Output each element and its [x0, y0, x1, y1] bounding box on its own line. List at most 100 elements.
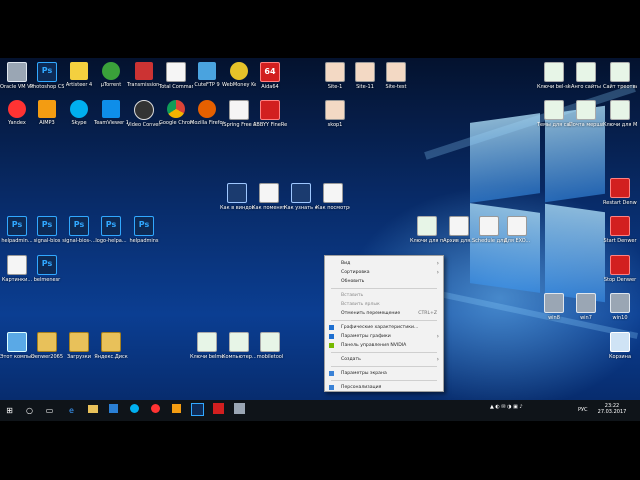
tray-icons[interactable]: ▲ ◐ ✉ ◑ ▣ ♪ [490, 404, 523, 410]
display-settings-icon [329, 371, 334, 376]
menu-item-paste[interactable]: Вставить [325, 291, 443, 300]
vm-win7-shortcut[interactable]: win7 [569, 293, 603, 321]
yandex-disk-shortcut[interactable]: Яндекс.Диск [94, 332, 128, 360]
edge-icon[interactable]: e [64, 403, 79, 418]
site-icon [325, 62, 345, 82]
task-view-icon[interactable]: ▭ [42, 403, 57, 418]
this-pc-shortcut[interactable]: Этот компьютер [0, 332, 34, 360]
menu-item-nvidia-panel[interactable]: Панель управления NVIDIA [325, 341, 443, 350]
language-indicator[interactable]: РУС [578, 407, 588, 413]
video-file-shortcut[interactable]: Как в виндовс 1... [220, 183, 254, 211]
document-shortcut[interactable]: Архив для... [442, 216, 476, 244]
transmission-shortcut[interactable]: Transmission Remote GUI [127, 62, 161, 88]
menu-item-sort[interactable]: Сортировка › [325, 268, 443, 277]
chrome-shortcut[interactable]: Google Chrome [159, 100, 193, 126]
artisteer-shortcut[interactable]: Artisteer 4 [62, 62, 96, 88]
store-icon[interactable] [106, 403, 121, 418]
menu-item-graphics-properties[interactable]: Графические характеристики... [325, 323, 443, 332]
virtualbox-icon [7, 62, 27, 82]
chrome-icon [167, 100, 185, 118]
vm-win10-shortcut[interactable]: win10 [603, 293, 637, 321]
denwer-icon [610, 216, 630, 236]
photoshop-file-shortcut[interactable]: Ps logo-helpa... [94, 216, 128, 244]
menu-item-display-settings[interactable]: Параметры экрана [325, 369, 443, 378]
video-converter-shortcut[interactable]: Video Convert... [127, 100, 161, 128]
site-11-shortcut[interactable]: Site-11 [348, 62, 382, 90]
keys-shortcut[interactable]: Компьютер... [222, 332, 256, 360]
clock[interactable]: 23:22 27.03.2017 [592, 403, 632, 415]
virtualbox-shortcut[interactable]: Oracle VM VirtualBox [0, 62, 34, 90]
keys-shortcut[interactable]: Ключи belmenesr... [190, 332, 224, 360]
skype-shortcut[interactable]: Skype [62, 100, 96, 126]
teamviewer-shortcut[interactable]: TeamViewer 12 [94, 100, 128, 126]
keys-shortcut[interactable]: Темы для сайтов [537, 100, 571, 128]
photoshop-file-icon: Ps [37, 216, 57, 236]
document-shortcut[interactable]: Картинки... [0, 255, 34, 283]
start-denwer-shortcut[interactable]: Start Denwer [603, 216, 637, 244]
keys-shortcut[interactable]: mobiletool [253, 332, 287, 360]
skype-icon[interactable] [127, 403, 142, 418]
intel-graphics-icon [329, 325, 334, 330]
document-shortcut[interactable]: Для EXO... [500, 216, 534, 244]
menu-separator [331, 366, 437, 367]
keys-icon [417, 216, 437, 236]
menu-item-refresh[interactable]: Обновить [325, 277, 443, 286]
aida64-icon[interactable] [211, 403, 226, 418]
recycle-bin-shortcut[interactable]: Корзина [603, 332, 637, 360]
aida-glyph-icon [213, 403, 224, 414]
search-icon[interactable]: ○ [22, 403, 37, 418]
photoshop-icon[interactable] [190, 403, 205, 418]
vm-win8-shortcut[interactable]: win8 [537, 293, 571, 321]
photoshop-file-shortcut[interactable]: Ps signal-bios-... [62, 216, 96, 244]
windows-start-icon[interactable]: ⊞ [2, 403, 17, 418]
document-shortcut[interactable]: Как поменять... [252, 183, 286, 211]
keys-shortcut[interactable]: Ключи для пользователя [410, 216, 444, 244]
aimp-shortcut[interactable]: AIMP3 [30, 100, 64, 126]
keys-shortcut[interactable]: Сайт треотвые [603, 62, 637, 90]
restart-denwer-shortcut[interactable]: Restart Denwer [603, 178, 637, 206]
keys-icon [576, 100, 596, 120]
video-file-icon [291, 183, 311, 203]
keys-icon [197, 332, 217, 352]
keys-shortcut[interactable]: Ключи для Mobile-stek [603, 100, 637, 128]
menu-item-view[interactable]: Вид › [325, 259, 443, 268]
firefox-shortcut[interactable]: Mozilla Firefox [190, 100, 224, 126]
webmoney-shortcut[interactable]: WebMoney Keeper W... [222, 62, 256, 88]
denwer-folder-shortcut[interactable]: Denwer2065 [30, 332, 64, 360]
menu-item-paste-shortcut[interactable]: Вставить ярлык [325, 300, 443, 309]
yandex-shortcut[interactable]: Yandex [0, 100, 34, 126]
total-commander-shortcut[interactable]: Total Commander [159, 62, 193, 90]
keys-shortcut[interactable]: Почта мерша [569, 100, 603, 128]
ispring-shortcut[interactable]: iSpring Free Cam 8 [222, 100, 256, 128]
photoshop-file-shortcut[interactable]: Ps signal-bios [30, 216, 64, 244]
virtualbox-icon[interactable] [232, 403, 247, 418]
video-file-shortcut[interactable]: Как узнать какой акт... [284, 183, 318, 211]
photoshop-file-shortcut[interactable]: Ps belmenesr [30, 255, 64, 283]
site-1-shortcut[interactable]: Site-1 [318, 62, 352, 90]
photoshop-shortcut[interactable]: PsPhotoshop CS6 x64 [30, 62, 64, 90]
stop-denwer-shortcut[interactable]: Stop Denwer [603, 255, 637, 283]
keys-icon [544, 62, 564, 82]
downloads-folder-shortcut[interactable]: Загрузки [62, 332, 96, 360]
photoshop-file-shortcut[interactable]: Ps helpadmins [127, 216, 161, 244]
keys-shortcut[interactable]: Ключи bel-skeping [537, 62, 571, 90]
menu-item-graphics-options[interactable]: Параметры графики › [325, 332, 443, 341]
utorrent-shortcut[interactable]: µTorrent [94, 62, 128, 88]
menu-item-undo-move[interactable]: Отменить перемещение CTRL+Z [325, 309, 443, 318]
document-shortcut[interactable]: Как посмотрет... [316, 183, 350, 211]
menu-item-personalization[interactable]: Персонализация [325, 383, 443, 392]
keys-shortcut[interactable]: Анго сайты [569, 62, 603, 90]
menu-item-new[interactable]: Создать › [325, 355, 443, 364]
photoshop-file-shortcut[interactable]: Ps helpadmin... [0, 216, 34, 244]
site-test-shortcut[interactable]: Site-test [379, 62, 413, 90]
aida64-shortcut[interactable]: 64 Aida64 [253, 62, 287, 90]
cuteftp-shortcut[interactable]: CuteFTP 9 [190, 62, 224, 88]
menu-separator [331, 320, 437, 321]
abbyy-shortcut[interactable]: ABBYY FineReat... [253, 100, 287, 128]
photoshop-file-icon: Ps [134, 216, 154, 236]
skop1-shortcut[interactable]: skop1 [318, 100, 352, 128]
aimp-icon[interactable] [169, 403, 184, 418]
explorer-icon[interactable] [85, 403, 100, 418]
vbox-glyph-icon [234, 403, 245, 414]
yandex-icon[interactable] [148, 403, 163, 418]
